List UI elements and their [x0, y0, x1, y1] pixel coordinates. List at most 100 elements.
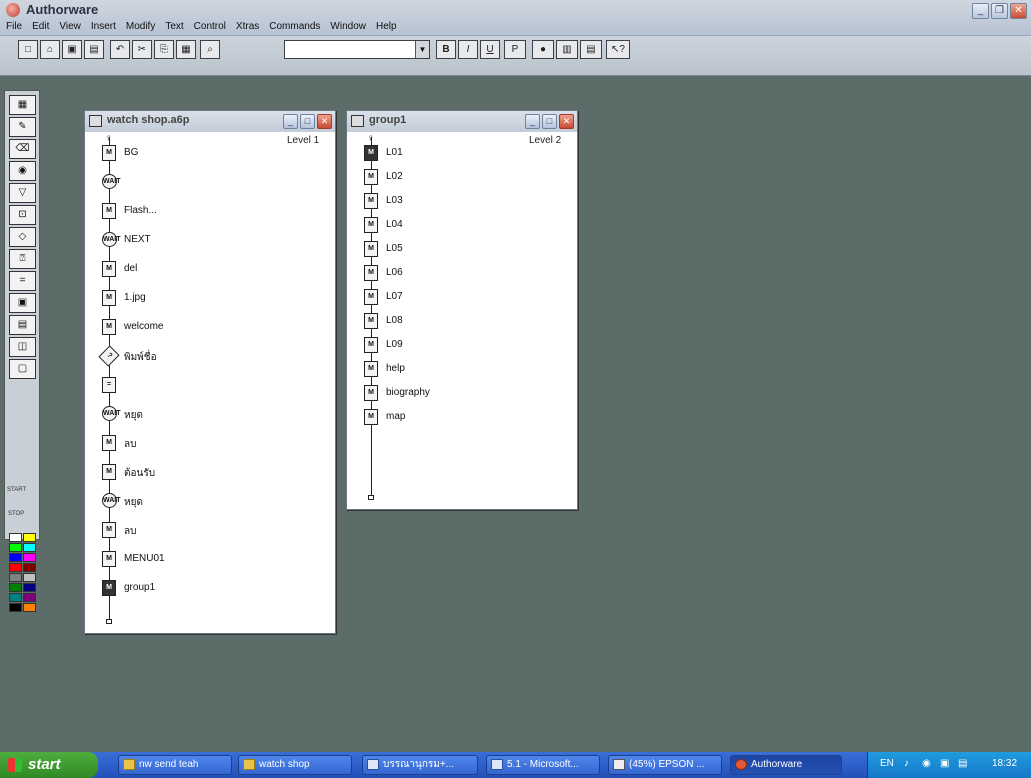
- menu-xtras[interactable]: Xtras: [236, 18, 259, 36]
- taskbar: start nw send teah watch shop บรรณานุกรม…: [0, 752, 1031, 778]
- menu-insert[interactable]: Insert: [91, 18, 116, 36]
- menu-view[interactable]: View: [59, 18, 81, 36]
- node-label: del: [124, 263, 138, 274]
- flowline-window-group1[interactable]: group1 _ □ ✕ Level 2 ♀ M L01 M L02 M L03 M L04 M…: [346, 110, 578, 510]
- variables-icon[interactable]: ▤: [580, 40, 602, 59]
- color-swatch[interactable]: [9, 603, 22, 612]
- authorware-icon: [735, 759, 747, 770]
- control-panel-icon[interactable]: ●: [532, 40, 554, 59]
- sound-icon[interactable]: ◫: [9, 337, 36, 357]
- color-swatch[interactable]: [9, 563, 22, 572]
- start-flag-label[interactable]: START: [7, 487, 26, 493]
- menu-edit[interactable]: Edit: [32, 18, 49, 36]
- functions-icon[interactable]: ▥: [556, 40, 578, 59]
- framework-icon[interactable]: ⊡: [9, 205, 36, 225]
- window1-title-bar[interactable]: watch shop.a6p _ □ ✕: [85, 111, 335, 132]
- taskbar-item-active[interactable]: Authorware: [730, 755, 842, 775]
- window2-close-button[interactable]: ✕: [559, 114, 574, 129]
- taskbar-item[interactable]: บรรณานุกรม+...: [362, 755, 478, 775]
- save-icon[interactable]: ▣: [62, 40, 82, 59]
- node-label: BG: [124, 147, 139, 158]
- taskbar-item[interactable]: nw send teah: [118, 755, 232, 775]
- map-icon[interactable]: ▣: [9, 293, 36, 313]
- node-label: L09: [386, 339, 403, 350]
- printer-icon: [613, 759, 625, 770]
- display-icon[interactable]: ▦: [9, 95, 36, 115]
- menu-help[interactable]: Help: [376, 18, 397, 36]
- import-icon[interactable]: ▤: [84, 40, 104, 59]
- undo-icon[interactable]: ↶: [110, 40, 130, 59]
- color-swatch[interactable]: [23, 563, 36, 572]
- color-swatch[interactable]: [23, 583, 36, 592]
- digital-movie-icon[interactable]: ▤: [9, 315, 36, 335]
- language-indicator[interactable]: EN: [880, 758, 894, 769]
- node-icon: WAIT: [102, 493, 121, 508]
- monitor-icon[interactable]: ▤: [958, 758, 967, 769]
- calculation-icon[interactable]: =: [9, 271, 36, 291]
- taskbar-item[interactable]: watch shop: [238, 755, 352, 775]
- window2-minimize-button[interactable]: _: [525, 114, 540, 129]
- menu-modify[interactable]: Modify: [126, 18, 155, 36]
- chevron-down-icon[interactable]: ▼: [415, 41, 429, 58]
- run-icon[interactable]: P: [504, 40, 526, 59]
- start-button[interactable]: start: [0, 752, 98, 778]
- flowline-window-watch-shop[interactable]: watch shop.a6p _ □ ✕ Level 1 ♀ M BG WAIT M F…: [84, 110, 336, 634]
- color-swatch[interactable]: [9, 593, 22, 602]
- wait-icon[interactable]: ◉: [9, 161, 36, 181]
- color-swatch[interactable]: [23, 533, 36, 542]
- minimize-button[interactable]: _: [972, 3, 989, 19]
- color-swatch[interactable]: [9, 543, 22, 552]
- taskbar-item[interactable]: (45%) EPSON ...: [608, 755, 722, 775]
- network-icon[interactable]: ◉: [922, 758, 931, 769]
- menu-commands[interactable]: Commands: [269, 18, 320, 36]
- color-swatch[interactable]: [9, 553, 22, 562]
- help-pointer-icon[interactable]: ↖?: [606, 40, 630, 59]
- restore-button[interactable]: ❐: [991, 3, 1008, 19]
- node-label: Flash...: [124, 205, 157, 216]
- italic-icon[interactable]: I: [458, 40, 478, 59]
- color-swatch[interactable]: [9, 583, 22, 592]
- node-label: ลบ: [124, 526, 137, 537]
- color-swatch[interactable]: [23, 553, 36, 562]
- bold-icon[interactable]: B: [436, 40, 456, 59]
- color-swatch[interactable]: [23, 573, 36, 582]
- window2-maximize-button[interactable]: □: [542, 114, 557, 129]
- menu-file[interactable]: File: [6, 18, 22, 36]
- interaction-icon[interactable]: ⍰: [9, 249, 36, 269]
- new-file-icon[interactable]: □: [18, 40, 38, 59]
- window1-close-button[interactable]: ✕: [317, 114, 332, 129]
- taskbar-item[interactable]: 5.1 - Microsoft...: [486, 755, 600, 775]
- menu-window[interactable]: Window: [330, 18, 366, 36]
- node-icon: M: [364, 361, 378, 377]
- color-swatch[interactable]: [9, 573, 22, 582]
- antivirus-icon[interactable]: ▣: [940, 758, 949, 769]
- underline-icon[interactable]: U: [480, 40, 500, 59]
- node-icon: M: [102, 522, 116, 538]
- node-label: NEXT: [124, 234, 151, 245]
- window1-minimize-button[interactable]: _: [283, 114, 298, 129]
- decision-icon[interactable]: ◇: [9, 227, 36, 247]
- node-icon: M: [102, 290, 116, 306]
- color-swatch[interactable]: [23, 543, 36, 552]
- open-file-icon[interactable]: ⌂: [40, 40, 60, 59]
- menu-control[interactable]: Control: [194, 18, 226, 36]
- color-swatch[interactable]: [9, 533, 22, 542]
- close-button[interactable]: ✕: [1010, 3, 1027, 19]
- font-combo[interactable]: ▼: [284, 40, 430, 59]
- erase-icon[interactable]: ⌫: [9, 139, 36, 159]
- color-swatch[interactable]: [23, 603, 36, 612]
- motion-icon[interactable]: ✎: [9, 117, 36, 137]
- color-swatch[interactable]: [23, 593, 36, 602]
- volume-icon[interactable]: ♪: [904, 758, 909, 769]
- find-icon[interactable]: ⌕: [200, 40, 220, 59]
- cut-icon[interactable]: ✂: [132, 40, 152, 59]
- window2-title-bar[interactable]: group1 _ □ ✕: [347, 111, 577, 132]
- navigate-icon[interactable]: ▽: [9, 183, 36, 203]
- paste-icon[interactable]: ▦: [176, 40, 196, 59]
- stop-flag-label[interactable]: STOP: [8, 511, 24, 517]
- folder-icon: [243, 759, 255, 770]
- window1-maximize-button[interactable]: □: [300, 114, 315, 129]
- copy-icon[interactable]: ⎘: [154, 40, 174, 59]
- video-icon[interactable]: ▢: [9, 359, 36, 379]
- menu-text[interactable]: Text: [165, 18, 183, 36]
